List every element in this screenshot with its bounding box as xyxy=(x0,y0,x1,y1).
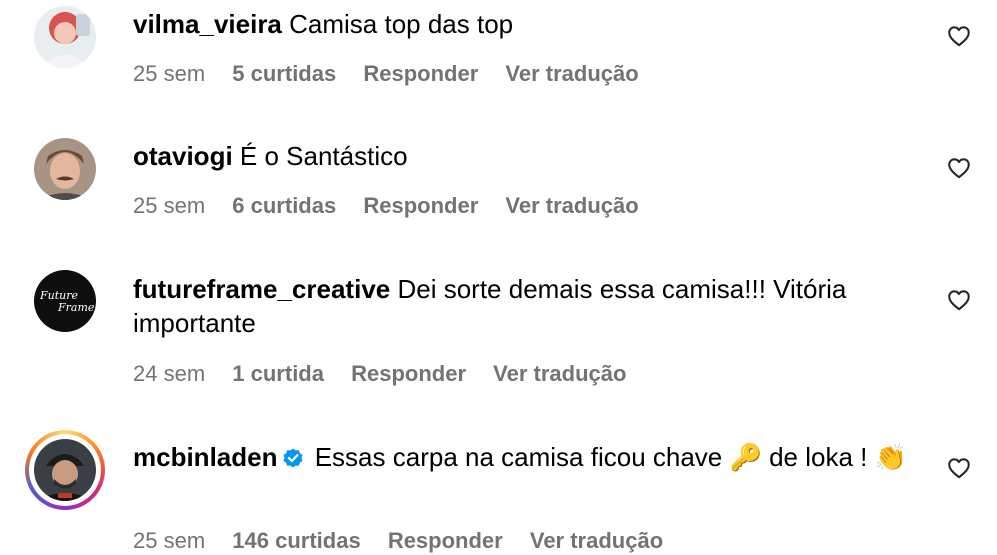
comment-timestamp[interactable]: 25 sem xyxy=(133,528,205,553)
comment-meta: 24 sem 1 curtida Responder Ver tradução xyxy=(133,360,647,388)
avatar[interactable]: Future Frame xyxy=(34,270,96,332)
likes-count[interactable]: 6 curtidas xyxy=(232,193,336,218)
comment-body: Camisa top das top xyxy=(289,9,514,39)
svg-text:Frame: Frame xyxy=(57,301,95,314)
comment-username[interactable]: vilma_vieira xyxy=(133,9,282,39)
comment-timestamp[interactable]: 24 sem xyxy=(133,361,205,386)
comment-body: Essas carpa na camisa ficou chave 🔑 de l… xyxy=(314,442,907,472)
comment-meta: 25 sem 6 curtidas Responder Ver tradução xyxy=(133,192,660,220)
story-ring-avatar[interactable] xyxy=(25,430,105,510)
reply-button[interactable]: Responder xyxy=(388,528,503,553)
comment-username[interactable]: mcbinladen xyxy=(133,442,277,472)
comment-username[interactable]: otaviogi xyxy=(133,141,233,171)
avatar[interactable] xyxy=(34,6,96,68)
translate-button[interactable]: Ver tradução xyxy=(530,528,663,553)
comment-username[interactable]: futureframe_creative xyxy=(133,274,390,304)
comment-text-block: otaviogi É o Santástico xyxy=(133,139,923,173)
likes-count[interactable]: 1 curtida xyxy=(232,361,324,386)
comment-body: É o Santástico xyxy=(239,141,408,171)
translate-button[interactable]: Ver tradução xyxy=(505,193,638,218)
comment-timestamp[interactable]: 25 sem xyxy=(133,61,205,86)
reply-button[interactable]: Responder xyxy=(363,193,478,218)
comment-meta: 25 sem 5 curtidas Responder Ver tradução xyxy=(133,60,660,88)
translate-button[interactable]: Ver tradução xyxy=(493,361,626,386)
heart-outline-icon[interactable] xyxy=(946,287,972,313)
avatar xyxy=(34,439,96,501)
likes-count[interactable]: 146 curtidas xyxy=(232,528,360,553)
heart-outline-icon[interactable] xyxy=(946,155,972,181)
verified-badge-icon xyxy=(283,448,303,468)
avatar[interactable] xyxy=(34,138,96,200)
comment-text-block: vilma_vieira Camisa top das top xyxy=(133,7,923,41)
translate-button[interactable]: Ver tradução xyxy=(505,61,638,86)
reply-button[interactable]: Responder xyxy=(363,61,478,86)
likes-count[interactable]: 5 curtidas xyxy=(232,61,336,86)
comment-meta: 25 sem 146 curtidas Responder Ver traduç… xyxy=(133,527,684,555)
comment-text-block: futureframe_creative Dei sorte demais es… xyxy=(133,272,923,340)
heart-outline-icon[interactable] xyxy=(946,23,972,49)
comment-timestamp[interactable]: 25 sem xyxy=(133,193,205,218)
comment-text-block: mcbinladen Essas carpa na camisa ficou c… xyxy=(133,440,923,474)
reply-button[interactable]: Responder xyxy=(351,361,466,386)
heart-outline-icon[interactable] xyxy=(946,455,972,481)
